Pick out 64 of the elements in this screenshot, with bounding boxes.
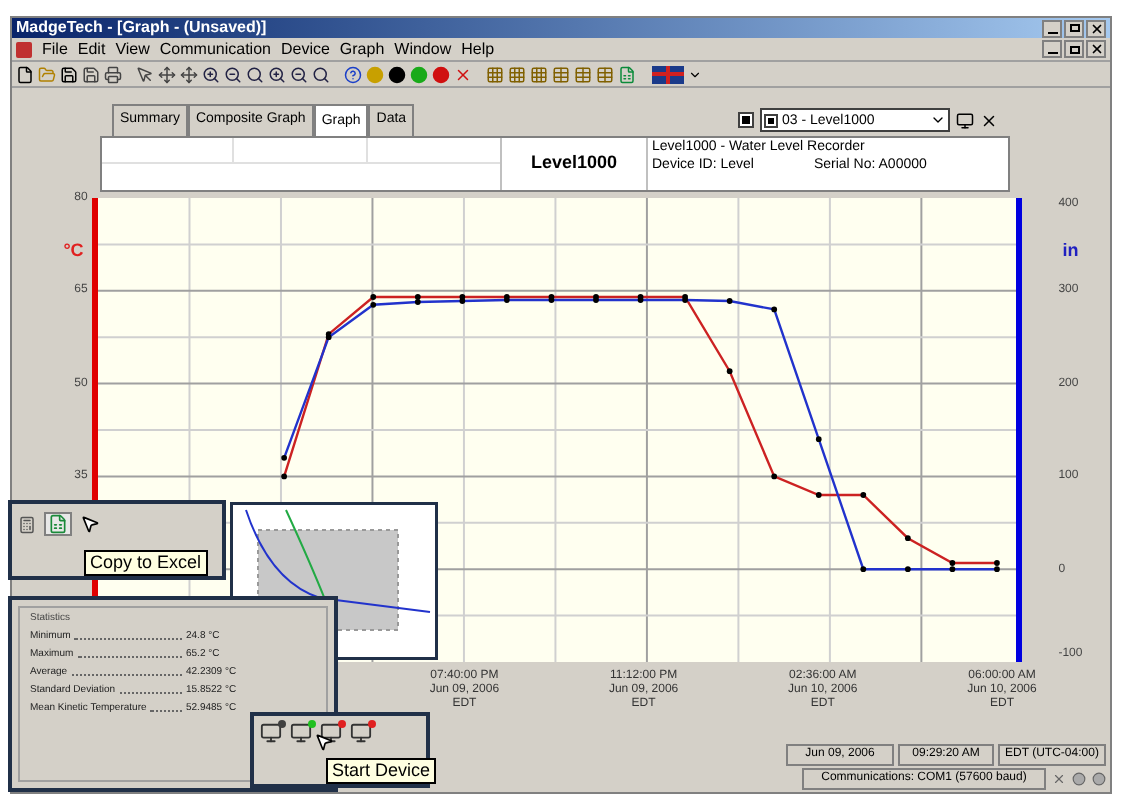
new-file-icon[interactable] <box>16 65 34 83</box>
device-icon[interactable] <box>350 722 372 744</box>
close-icon[interactable] <box>1086 40 1106 58</box>
circle-icon <box>1092 772 1106 786</box>
search-icon[interactable] <box>312 65 330 83</box>
printer-icon[interactable] <box>104 65 122 83</box>
leader-line <box>150 710 182 712</box>
cursor-icon <box>80 514 100 534</box>
device-title: Level1000 <box>530 150 618 177</box>
app-icon <box>16 41 32 57</box>
zoom-in-icon[interactable] <box>268 65 286 83</box>
grid-icon[interactable] <box>508 65 526 83</box>
grid-icon[interactable] <box>486 65 504 83</box>
spreadsheet-icon[interactable] <box>618 65 636 83</box>
save-icon[interactable] <box>60 65 78 83</box>
grid-icon[interactable] <box>530 65 548 83</box>
leader-line <box>77 656 182 658</box>
table-icon[interactable] <box>552 65 570 83</box>
calculator-icon[interactable] <box>18 515 36 533</box>
table-icon[interactable] <box>574 65 592 83</box>
cursor-icon <box>314 732 334 752</box>
zoom-in-icon[interactable] <box>202 65 220 83</box>
checkbox[interactable] <box>738 112 754 128</box>
header-cell <box>234 138 368 164</box>
checkbox[interactable] <box>764 113 778 127</box>
circle-icon[interactable] <box>388 65 406 83</box>
menu-item[interactable]: Device <box>280 41 330 57</box>
minimize-icon[interactable] <box>1042 40 1062 58</box>
header-cell <box>102 138 235 164</box>
window-title: MadgeTech - [Graph - (Unsaved)] <box>16 20 267 36</box>
move-icon[interactable] <box>158 65 176 83</box>
menu-item[interactable]: Window <box>394 41 452 57</box>
tooltip: Start Device <box>326 758 437 784</box>
caret-icon[interactable] <box>688 67 702 81</box>
leader-line <box>74 638 182 640</box>
pointer-icon[interactable] <box>136 65 154 83</box>
monitor-icon[interactable] <box>956 111 974 129</box>
menu-item[interactable]: Edit <box>77 41 106 57</box>
device-icon[interactable] <box>260 722 282 744</box>
menu-item[interactable]: Communication <box>159 41 271 57</box>
menu-item[interactable]: View <box>115 41 150 57</box>
axis-unit-label: in <box>1062 238 1079 264</box>
leader-line <box>119 692 182 694</box>
search-icon[interactable] <box>246 65 264 83</box>
save-icon[interactable] <box>82 65 100 83</box>
flag-icon[interactable] <box>652 65 684 83</box>
tooltip: Copy to Excel <box>84 550 208 576</box>
help-icon[interactable] <box>344 65 362 83</box>
menu-item[interactable]: File <box>42 41 68 57</box>
table-icon[interactable] <box>596 65 614 83</box>
menu-item[interactable]: Help <box>461 41 495 57</box>
copy-to-excel-button[interactable] <box>44 512 72 536</box>
minimize-icon[interactable] <box>1042 19 1062 37</box>
circle-icon <box>1072 772 1086 786</box>
leader-line <box>71 674 182 676</box>
caret-icon[interactable] <box>930 112 946 128</box>
axis-unit-label: °C <box>63 238 84 264</box>
menu-item[interactable]: Graph <box>339 41 385 57</box>
zoom-out-icon[interactable] <box>290 65 308 83</box>
close-icon[interactable] <box>980 111 998 129</box>
move-icon[interactable] <box>180 65 198 83</box>
close-icon[interactable] <box>1086 19 1106 37</box>
device-icon[interactable] <box>290 722 312 744</box>
zoom-out-icon[interactable] <box>224 65 242 83</box>
